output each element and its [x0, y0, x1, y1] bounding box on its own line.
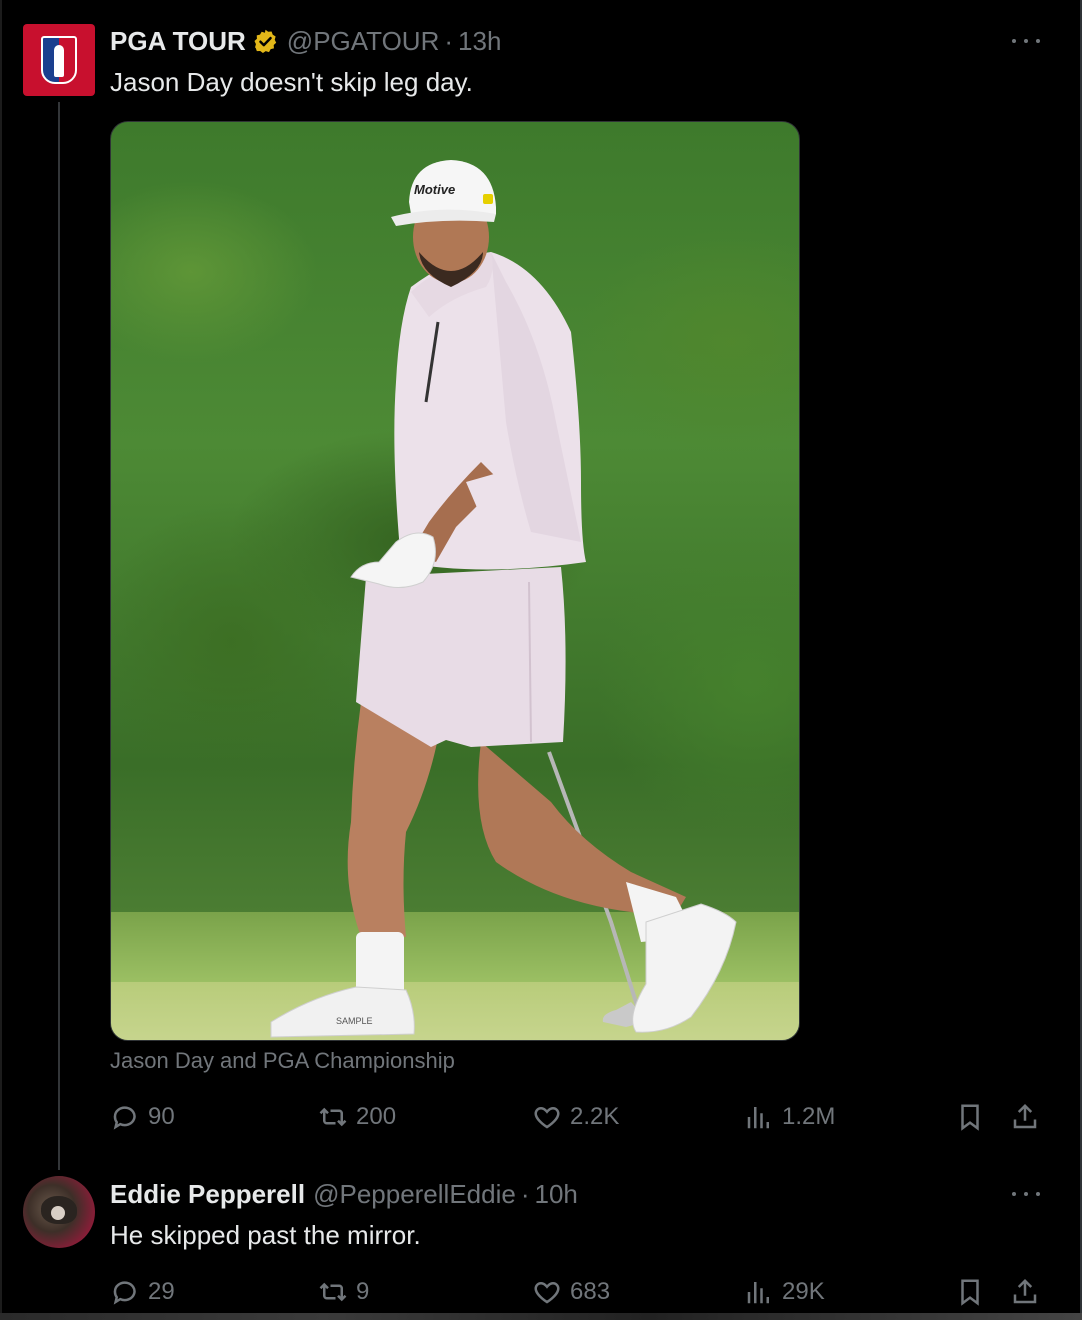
reply-author-handle[interactable]: @PepperellEddie: [313, 1178, 516, 1210]
reply-author-name[interactable]: Eddie Pepperell: [110, 1178, 305, 1210]
main-tweet-header: PGA TOUR @PGATOUR · 13h: [110, 25, 501, 57]
verified-badge-icon: [254, 29, 276, 53]
reply-icon: [113, 1106, 136, 1130]
views-icon: [747, 1107, 769, 1129]
share-icon: [1013, 1103, 1037, 1129]
views-icon: [747, 1282, 769, 1304]
reply-button[interactable]: 90: [110, 1102, 175, 1132]
golfer-figure: SAMPLE Motive: [270, 160, 737, 1038]
repost-button[interactable]: 9: [318, 1277, 369, 1307]
share-button[interactable]: [1010, 1277, 1040, 1307]
cap-brand-text: Motive: [414, 182, 455, 197]
share-icon: [1013, 1278, 1037, 1304]
tweet-timestamp[interactable]: 13h: [458, 25, 501, 57]
like-icon: [534, 1281, 560, 1304]
main-tweet-actions: 90 200 2.2K 1.2M: [110, 1102, 1045, 1132]
repost-icon: [319, 1107, 347, 1127]
reply-button[interactable]: 29: [110, 1277, 175, 1307]
bookmark-icon: [961, 1279, 979, 1306]
like-count: 2.2K: [570, 1103, 620, 1130]
like-icon: [534, 1106, 560, 1129]
reply-count: 29: [148, 1278, 175, 1305]
reply-timestamp[interactable]: 10h: [535, 1178, 578, 1210]
reply-tweet-actions: 29 9 683 29K: [110, 1277, 1045, 1307]
like-count: 683: [570, 1278, 611, 1305]
views-count: 29K: [782, 1278, 825, 1305]
separator-dot: ·: [520, 1179, 530, 1209]
repost-count: 200: [356, 1103, 397, 1130]
bookmark-icon: [961, 1104, 979, 1131]
views-count: 1.2M: [782, 1103, 836, 1130]
bookmark-button[interactable]: [955, 1102, 985, 1132]
reply-count: 90: [148, 1103, 175, 1130]
more-icon[interactable]: [1012, 1189, 1040, 1199]
repost-count: 9: [356, 1278, 370, 1305]
author-handle[interactable]: @PGATOUR: [287, 25, 440, 57]
media-tags[interactable]: Jason Day and PGA Championship: [110, 1048, 455, 1074]
repost-button[interactable]: 200: [318, 1102, 396, 1132]
more-icon[interactable]: [1012, 36, 1040, 46]
thread-connector-line: [58, 102, 60, 1170]
shoe-sample-text: SAMPLE: [336, 1016, 373, 1026]
like-button[interactable]: 683: [532, 1277, 610, 1307]
reply-icon: [113, 1281, 136, 1305]
separator-dot: ·: [444, 26, 454, 56]
bookmark-button[interactable]: [955, 1277, 985, 1307]
bottom-edge: [0, 1313, 1082, 1320]
author-name[interactable]: PGA TOUR: [110, 25, 246, 57]
views-button[interactable]: 29K: [744, 1277, 825, 1307]
tweet-text: Jason Day doesn't skip leg day.: [110, 67, 473, 97]
like-button[interactable]: 2.2K: [532, 1102, 619, 1132]
tweet-photo[interactable]: SAMPLE Motive: [110, 121, 800, 1041]
pga-tour-logo: [41, 36, 77, 84]
share-button[interactable]: [1010, 1102, 1040, 1132]
pga-tour-avatar[interactable]: [23, 24, 95, 96]
eddie-pepperell-avatar[interactable]: [23, 1176, 95, 1248]
reply-text: He skipped past the mirror.: [110, 1220, 421, 1250]
views-button[interactable]: 1.2M: [744, 1102, 835, 1132]
repost-icon: [319, 1282, 347, 1302]
reply-tweet-header: Eddie Pepperell @PepperellEddie · 10h: [110, 1178, 578, 1210]
